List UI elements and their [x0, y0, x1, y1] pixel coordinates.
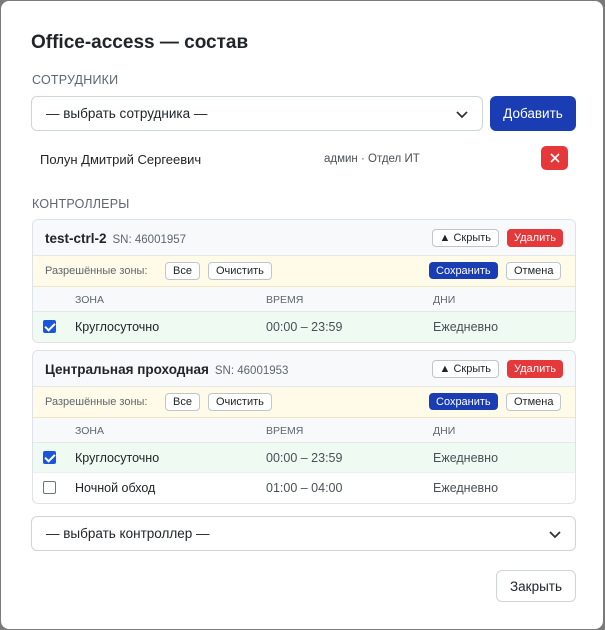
column-header-time: ВРЕМЯ: [266, 294, 304, 306]
column-header-days: ДНИ: [433, 425, 456, 437]
controller-header: Центральная проходная SN: 46001953 ▲ Скры…: [33, 351, 575, 387]
controller-name: test-ctrl-2 SN: 46001957: [45, 231, 187, 246]
zones-table-header: ЗОНА ВРЕМЯ ДНИ: [33, 418, 575, 443]
employee-select[interactable]: — выбрать сотрудника —: [31, 96, 483, 131]
select-all-zones-button[interactable]: Все: [165, 262, 200, 280]
controllers-section-label: КОНТРОЛЛЕРЫ: [32, 197, 130, 211]
zone-name: Ночной обход: [75, 481, 156, 495]
table-row: Ночной обход 01:00 – 04:00 Ежедневно: [33, 473, 575, 503]
cancel-zones-button[interactable]: Отмена: [506, 393, 562, 411]
table-row: Круглосуточно 00:00 – 23:59 Ежедневно: [33, 443, 575, 473]
delete-controller-button[interactable]: Удалить: [507, 229, 563, 247]
column-header-time: ВРЕМЯ: [266, 425, 304, 437]
zones-label: Разрешённые зоны:: [45, 396, 148, 408]
column-header-zone: ЗОНА: [75, 425, 104, 437]
add-employee-button[interactable]: Добавить: [490, 96, 576, 131]
employee-row: Полун Дмитрий Сергеевич админ · Отдел ИТ: [32, 144, 576, 174]
modal-title: Office-access — состав: [31, 32, 249, 53]
chevron-down-icon: [549, 526, 561, 542]
controller-header: test-ctrl-2 SN: 46001957 ▲ Скрыть Удалить: [33, 220, 575, 256]
cancel-zones-button[interactable]: Отмена: [506, 262, 562, 280]
zone-checkbox[interactable]: [43, 481, 56, 494]
employee-name: Полун Дмитрий Сергеевич: [40, 152, 202, 167]
controller-sn: SN: 46001957: [112, 234, 187, 246]
employee-meta: админ · Отдел ИТ: [324, 153, 420, 165]
controller-card: Центральная проходная SN: 46001953 ▲ Скры…: [32, 350, 576, 504]
zones-label: Разрешённые зоны:: [45, 265, 148, 277]
hide-controller-button[interactable]: ▲ Скрыть: [431, 360, 499, 378]
clear-zones-button[interactable]: Очистить: [208, 262, 272, 280]
delete-controller-button[interactable]: Удалить: [507, 360, 563, 378]
controller-select-value: — выбрать контроллер —: [46, 526, 210, 541]
zone-time: 00:00 – 23:59: [266, 320, 343, 334]
zones-toolbar: Разрешённые зоны: Все Очистить Сохранить…: [33, 387, 575, 418]
controller-sn: SN: 46001953: [214, 365, 289, 377]
chevron-down-icon: [456, 106, 468, 122]
clear-zones-button[interactable]: Очистить: [208, 393, 272, 411]
composition-modal: Office-access — состав СОТРУДНИКИ — выбр…: [1, 1, 603, 629]
table-row: Круглосуточно 00:00 – 23:59 Ежедневно: [33, 312, 575, 342]
zones-toolbar: Разрешённые зоны: Все Очистить Сохранить…: [33, 256, 575, 287]
save-zones-button[interactable]: Сохранить: [429, 262, 498, 279]
employees-section-label: СОТРУДНИКИ: [32, 73, 119, 87]
hide-controller-button[interactable]: ▲ Скрыть: [431, 229, 499, 247]
zone-days: Ежедневно: [433, 451, 499, 465]
close-modal-button[interactable]: Закрыть: [496, 570, 576, 602]
zone-time: 00:00 – 23:59: [266, 451, 343, 465]
employee-select-value: — выбрать сотрудника —: [46, 106, 208, 121]
zone-checkbox[interactable]: [43, 320, 56, 333]
remove-employee-button[interactable]: [541, 146, 568, 170]
zones-table-header: ЗОНА ВРЕМЯ ДНИ: [33, 287, 575, 312]
controller-select[interactable]: — выбрать контроллер —: [31, 516, 576, 551]
zone-name: Круглосуточно: [75, 320, 160, 334]
column-header-zone: ЗОНА: [75, 294, 104, 306]
zone-days: Ежедневно: [433, 320, 499, 334]
zone-checkbox[interactable]: [43, 451, 56, 464]
controller-card: test-ctrl-2 SN: 46001957 ▲ Скрыть Удалить…: [32, 219, 576, 343]
zone-name: Круглосуточно: [75, 451, 160, 465]
save-zones-button[interactable]: Сохранить: [429, 393, 498, 410]
zone-time: 01:00 – 04:00: [266, 481, 343, 495]
controller-name: Центральная проходная SN: 46001953: [45, 362, 289, 377]
select-all-zones-button[interactable]: Все: [165, 393, 200, 411]
close-icon: [549, 153, 560, 163]
column-header-days: ДНИ: [433, 294, 456, 306]
zone-days: Ежедневно: [433, 481, 499, 495]
